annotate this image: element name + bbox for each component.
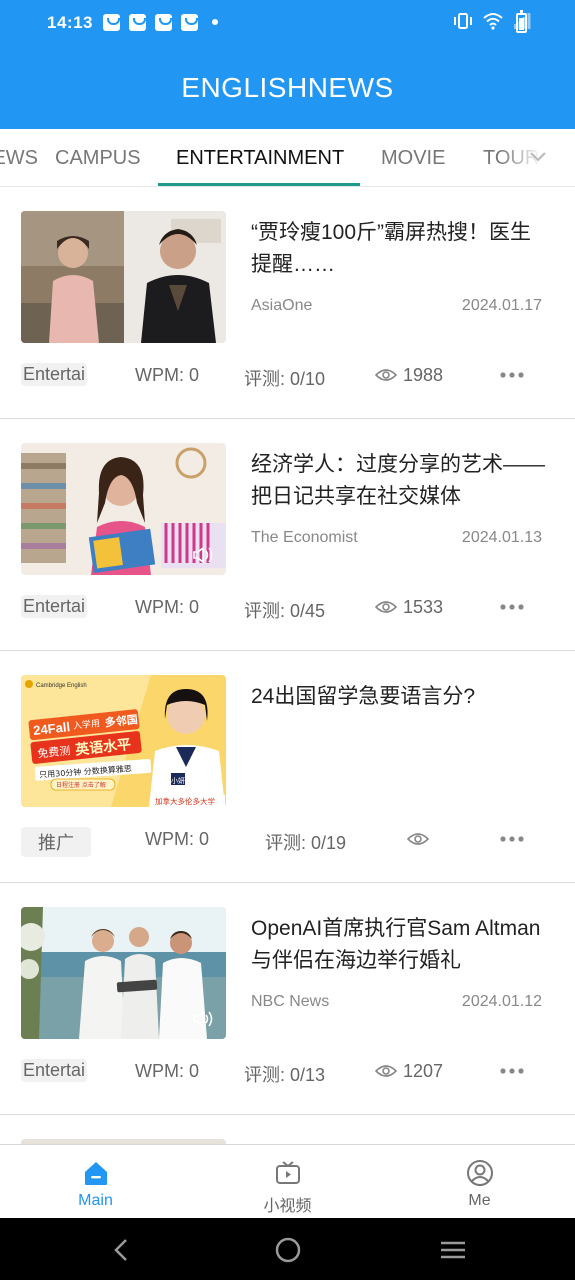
nav-main-label: Main <box>78 1192 113 1209</box>
article-item[interactable]: OpenAI首席执行官Sam Altman与伴侣在海边举行婚礼 NBC News… <box>0 883 575 1115</box>
article-thumbnail[interactable] <box>21 211 226 343</box>
wpm-value: WPM: 0 <box>135 1061 200 1081</box>
profile-icon <box>466 1160 493 1186</box>
battery-icon <box>516 10 527 33</box>
menu-icon[interactable] <box>438 1235 468 1265</box>
score-value: 评测: 0/10 <box>244 369 326 389</box>
video-icon <box>275 1161 300 1184</box>
eye-icon <box>375 1065 397 1077</box>
back-icon[interactable] <box>107 1235 137 1265</box>
ad-brand: Cambridge English <box>36 683 87 689</box>
article-date: 2024.01.12 <box>461 993 542 1010</box>
nav-me-label: Me <box>468 1192 491 1209</box>
article-item[interactable]: “贾玲瘦100斤”霸屏热搜！医生提醒…… AsiaOne 2024.01.17 … <box>0 187 575 419</box>
view-count: 1988 <box>403 365 444 385</box>
article-date: 2024.01.13 <box>461 529 542 546</box>
tab-movie[interactable]: MOVIE <box>381 147 445 170</box>
nav-main[interactable]: Main <box>0 1145 191 1219</box>
article-thumbnail[interactable]: Cambridge English 24Fall 入学用 多邻国 免费测 英语水… <box>21 675 226 807</box>
app-screen: 14:13 ENGLISHNEWS WS CAMPUS ENTERTAINMEN… <box>0 0 575 1280</box>
nav-short-video-label: 小视频 <box>263 1198 312 1215</box>
ad-badge: 小妍 <box>171 776 185 785</box>
notification-icon <box>181 14 198 31</box>
article-title[interactable]: “贾玲瘦100斤”霸屏热搜！医生提醒…… <box>251 217 551 281</box>
tab-entertainment[interactable]: ENTERTAINMENT <box>176 147 344 170</box>
nav-me[interactable]: Me <box>384 1145 575 1219</box>
speaker-icon <box>193 1010 213 1028</box>
vibrate-icon <box>454 13 472 29</box>
score-value: 评测: 0/19 <box>265 833 347 853</box>
notification-icon <box>103 14 120 31</box>
status-time: 14:13 <box>47 13 93 32</box>
more-options-icon[interactable] <box>499 1067 525 1075</box>
wpm-value: WPM: 0 <box>135 597 200 617</box>
active-tab-indicator <box>158 183 360 186</box>
article-image <box>21 211 226 343</box>
eye-icon <box>407 833 429 845</box>
system-navigation-bar <box>0 1218 575 1280</box>
home-circle-icon[interactable] <box>273 1235 303 1265</box>
more-options-icon[interactable] <box>499 603 525 611</box>
article-title[interactable]: 经济学人：过度分享的艺术——把日记共享在社交媒体 <box>251 449 551 513</box>
article-title[interactable]: 24出国留学急要语言分? <box>251 681 551 713</box>
article-source: AsiaOne <box>251 297 313 314</box>
article-title[interactable]: OpenAI首席执行官Sam Altman与伴侣在海边举行婚礼 <box>251 913 551 977</box>
score-value: 评测: 0/13 <box>244 1065 326 1085</box>
score-value: 评测: 0/45 <box>244 601 326 621</box>
ad-banner-image: Cambridge English 24Fall 入学用 多邻国 免费测 英语水… <box>21 675 226 807</box>
category-tag: Entertai <box>21 363 88 386</box>
more-options-icon[interactable] <box>499 835 525 843</box>
more-notifications-dot-icon <box>212 19 218 25</box>
article-thumbnail[interactable] <box>21 907 226 1039</box>
speaker-icon <box>193 546 213 564</box>
article-source: NBC News <box>251 993 330 1010</box>
category-tag: Entertai <box>21 595 88 618</box>
wpm-value: WPM: 0 <box>135 365 200 385</box>
article-item[interactable]: 经济学人：过度分享的艺术——把日记共享在社交媒体 The Economist 2… <box>0 419 575 651</box>
nav-short-video[interactable]: 小视频 <box>192 1145 383 1219</box>
eye-icon <box>375 601 397 613</box>
notification-icon <box>129 14 146 31</box>
article-date: 2024.01.17 <box>461 297 542 314</box>
more-options-icon[interactable] <box>499 371 525 379</box>
category-tag: Entertai <box>21 1059 88 1082</box>
tab-news[interactable]: NEWS <box>0 147 38 170</box>
tab-campus[interactable]: CAMPUS <box>55 147 141 170</box>
view-count: 1207 <box>403 1061 444 1081</box>
ad-school: 加拿大多伦多大学 <box>155 796 215 806</box>
home-icon <box>84 1162 107 1185</box>
bottom-navigation: Main 小视频 Me <box>0 1144 575 1218</box>
view-count: 1533 <box>403 597 444 617</box>
article-source: The Economist <box>251 529 358 546</box>
chevron-down-icon[interactable] <box>527 147 549 167</box>
wifi-icon <box>483 13 503 30</box>
article-item-promotion[interactable]: Cambridge English 24Fall 入学用 多邻国 免费测 英语水… <box>0 651 575 883</box>
app-header: 14:13 ENGLISHNEWS <box>0 0 575 129</box>
ad-line-4: 日程注册 点击了解 <box>56 781 106 789</box>
app-title: ENGLISHNEWS <box>181 72 394 103</box>
category-tabs: NEWS CAMPUS ENTERTAINMENT MOVIE TOUR <box>0 129 575 187</box>
notification-icon <box>155 14 172 31</box>
promotion-tag: 推广 <box>21 827 91 857</box>
status-bar: 14:13 <box>0 0 575 48</box>
article-thumbnail[interactable] <box>21 443 226 575</box>
eye-icon <box>375 369 397 381</box>
wpm-value: WPM: 0 <box>145 829 210 849</box>
